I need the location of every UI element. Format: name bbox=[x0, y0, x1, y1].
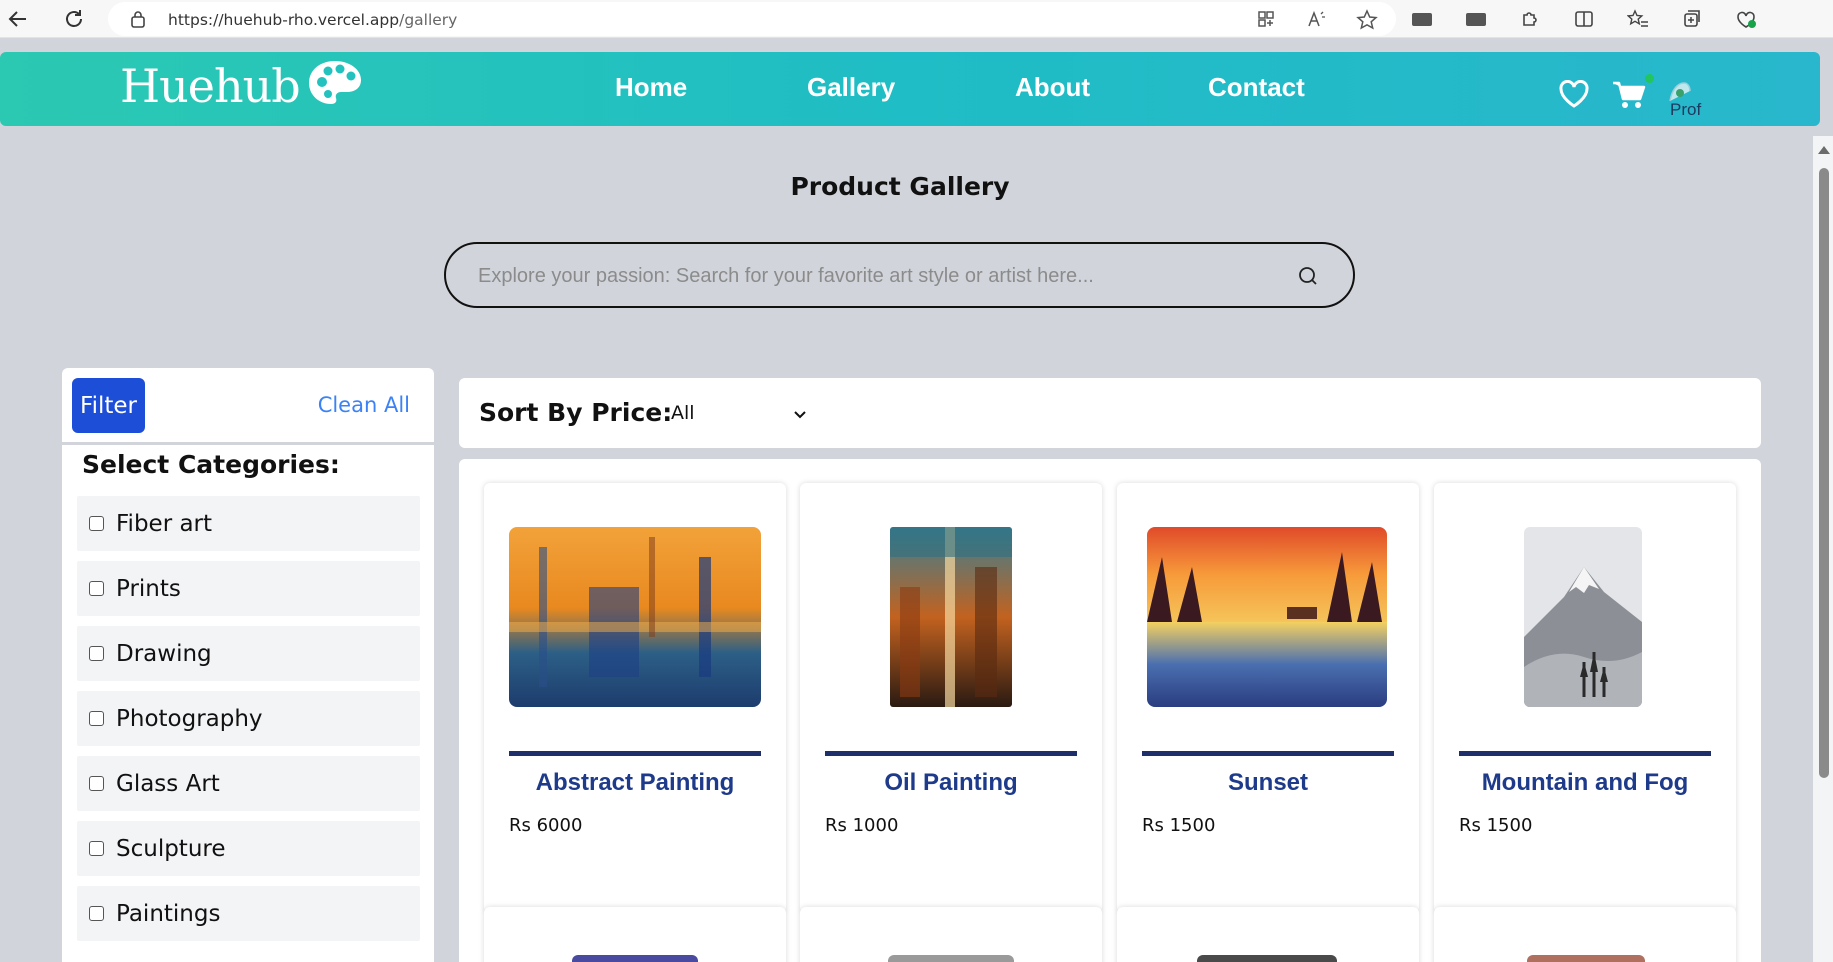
scroll-up-arrow-icon[interactable] bbox=[1818, 146, 1830, 154]
product-card[interactable]: Sunset Rs 1500 bbox=[1117, 483, 1419, 913]
category-item-fiber-art[interactable]: Fiber art bbox=[77, 496, 420, 551]
product-image[interactable] bbox=[890, 527, 1012, 707]
scrollbar-thumb[interactable] bbox=[1819, 168, 1829, 778]
sort-price-select[interactable]: All bbox=[671, 402, 811, 424]
nav-home[interactable]: Home bbox=[615, 72, 687, 103]
category-item-drawing[interactable]: Drawing bbox=[77, 626, 420, 681]
category-label: Sculpture bbox=[116, 835, 226, 862]
split-screen-icon[interactable] bbox=[1572, 7, 1596, 31]
nav-gallery[interactable]: Gallery bbox=[807, 72, 895, 103]
category-label: Glass Art bbox=[116, 770, 220, 797]
address-bar[interactable]: https://huehub-rho.vercel.app/gallery bbox=[108, 2, 1396, 36]
url-text: https://huehub-rho.vercel.app/gallery bbox=[168, 11, 457, 29]
cart-notification-dot bbox=[1645, 74, 1654, 83]
card-divider bbox=[1142, 751, 1394, 756]
product-price: Rs 1500 bbox=[1142, 815, 1216, 836]
category-item-photography[interactable]: Photography bbox=[77, 691, 420, 746]
url-host: https://huehub-rho.vercel.app bbox=[168, 11, 400, 29]
category-checkbox[interactable] bbox=[89, 711, 104, 726]
product-image[interactable] bbox=[888, 955, 1014, 962]
sort-label: Sort By Price: bbox=[479, 398, 673, 427]
category-item-prints[interactable]: Prints bbox=[77, 561, 420, 616]
product-image[interactable] bbox=[1147, 527, 1387, 707]
product-card[interactable] bbox=[1117, 907, 1419, 962]
category-label: Prints bbox=[116, 575, 181, 602]
product-title[interactable]: Mountain and Fog bbox=[1434, 769, 1736, 797]
product-card[interactable] bbox=[1434, 907, 1736, 962]
category-checkbox[interactable] bbox=[89, 646, 104, 661]
reload-icon[interactable] bbox=[60, 5, 88, 33]
back-arrow-icon[interactable] bbox=[4, 5, 32, 33]
site-logo[interactable]: Huehub bbox=[120, 58, 364, 113]
extension-icon[interactable] bbox=[1410, 7, 1434, 31]
product-card[interactable]: Mountain and Fog Rs 1500 bbox=[1434, 483, 1736, 913]
extensions-puzzle-icon[interactable] bbox=[1518, 7, 1542, 31]
category-label: Fiber art bbox=[116, 510, 213, 537]
product-card[interactable]: Abstract Painting Rs 6000 bbox=[484, 483, 786, 913]
page-title: Product Gallery bbox=[790, 172, 1010, 201]
product-price: Rs 1500 bbox=[1459, 815, 1533, 836]
heart-icon[interactable] bbox=[1558, 80, 1590, 113]
search-bar[interactable] bbox=[444, 242, 1355, 308]
category-checkbox[interactable] bbox=[89, 841, 104, 856]
product-price: Rs 6000 bbox=[509, 815, 583, 836]
divider bbox=[62, 442, 434, 445]
cart-icon[interactable] bbox=[1612, 80, 1646, 115]
search-input[interactable] bbox=[478, 262, 1258, 290]
product-card[interactable] bbox=[800, 907, 1102, 962]
logo-text: Huehub bbox=[120, 58, 301, 113]
favorites-list-icon[interactable] bbox=[1626, 7, 1650, 31]
nav-contact[interactable]: Contact bbox=[1208, 72, 1305, 103]
palette-icon bbox=[306, 58, 364, 113]
favorite-star-icon[interactable] bbox=[1356, 9, 1378, 36]
product-grid: Abstract Painting Rs 6000 Oil Painting R… bbox=[459, 459, 1761, 962]
product-card[interactable]: Oil Painting Rs 1000 bbox=[800, 483, 1102, 913]
nav-about[interactable]: About bbox=[1015, 72, 1090, 103]
product-image[interactable] bbox=[572, 955, 698, 962]
extension-icon[interactable] bbox=[1464, 7, 1488, 31]
filter-button[interactable]: Filter bbox=[72, 378, 145, 433]
category-checkbox[interactable] bbox=[89, 516, 104, 531]
category-item-paintings[interactable]: Paintings bbox=[77, 886, 420, 941]
card-divider bbox=[509, 751, 761, 756]
sort-bar: Sort By Price: All bbox=[459, 378, 1761, 448]
search-icon[interactable] bbox=[1296, 264, 1320, 293]
browser-toolbar: https://huehub-rho.vercel.app/gallery bbox=[0, 0, 1833, 38]
url-path: /gallery bbox=[399, 11, 458, 29]
browser-essentials-icon[interactable] bbox=[1734, 7, 1758, 31]
category-checkbox[interactable] bbox=[89, 581, 104, 596]
category-checkbox[interactable] bbox=[89, 906, 104, 921]
product-card[interactable] bbox=[484, 907, 786, 962]
card-divider bbox=[1459, 751, 1711, 756]
category-label: Photography bbox=[116, 705, 263, 732]
category-label: Drawing bbox=[116, 640, 212, 667]
category-checkbox[interactable] bbox=[89, 776, 104, 791]
filter-panel: Filter Clean All Select Categories: Fibe… bbox=[62, 368, 434, 962]
product-image[interactable] bbox=[1527, 955, 1645, 962]
product-image[interactable] bbox=[509, 527, 761, 707]
read-aloud-icon[interactable] bbox=[1306, 9, 1326, 36]
profile-alt-text: Prof bbox=[1670, 100, 1702, 118]
product-image[interactable] bbox=[1197, 955, 1337, 962]
categories-heading: Select Categories: bbox=[82, 450, 340, 479]
product-title[interactable]: Sunset bbox=[1117, 769, 1419, 797]
product-image[interactable] bbox=[1524, 527, 1642, 707]
category-item-glass-art[interactable]: Glass Art bbox=[77, 756, 420, 811]
app-available-icon[interactable] bbox=[1256, 9, 1276, 36]
card-divider bbox=[825, 751, 1077, 756]
category-label: Paintings bbox=[116, 900, 221, 927]
chevron-down-icon[interactable] bbox=[793, 407, 807, 425]
lock-icon[interactable] bbox=[130, 10, 146, 33]
page-scrollbar[interactable] bbox=[1813, 136, 1833, 962]
collections-icon[interactable] bbox=[1680, 7, 1704, 31]
product-title[interactable]: Abstract Painting bbox=[484, 769, 786, 797]
category-item-sculpture[interactable]: Sculpture bbox=[77, 821, 420, 876]
site-header: Huehub Home Gallery About Contact bbox=[0, 52, 1820, 126]
product-price: Rs 1000 bbox=[825, 815, 899, 836]
clean-all-link[interactable]: Clean All bbox=[318, 393, 410, 417]
product-title[interactable]: Oil Painting bbox=[800, 769, 1102, 797]
